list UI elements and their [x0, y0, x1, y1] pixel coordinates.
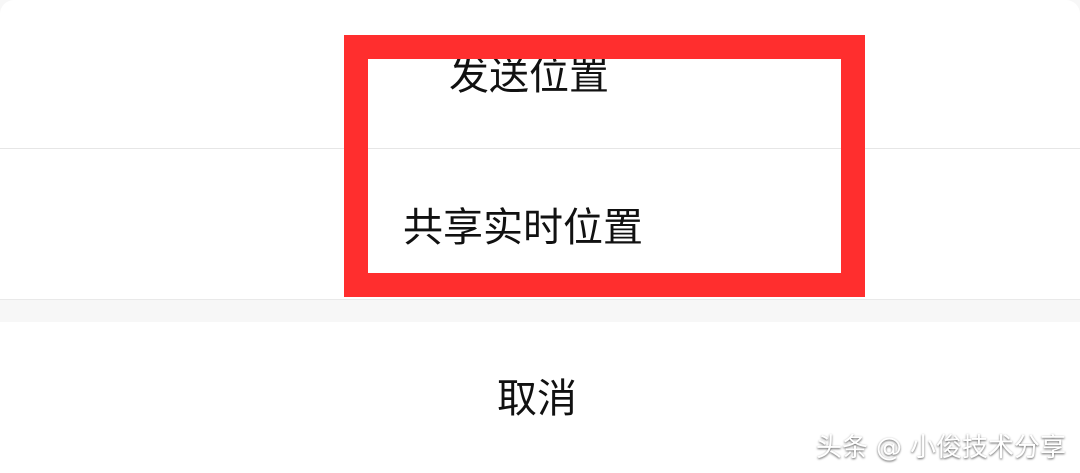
share-realtime-location-label: 共享实时位置 — [403, 205, 643, 251]
share-realtime-location-option[interactable]: 共享实时位置 — [0, 149, 1080, 300]
cancel-button[interactable]: 取消 — [0, 322, 1080, 473]
location-options-group: 发送位置 共享实时位置 — [0, 0, 1080, 300]
send-location-label: 发送位置 — [449, 53, 609, 99]
section-gap — [0, 300, 1080, 322]
cancel-label: 取消 — [497, 376, 577, 422]
send-location-option[interactable]: 发送位置 — [0, 0, 1080, 149]
location-action-sheet: 发送位置 共享实时位置 取消 头条 @ 小俊技术分享 — [0, 0, 1080, 473]
